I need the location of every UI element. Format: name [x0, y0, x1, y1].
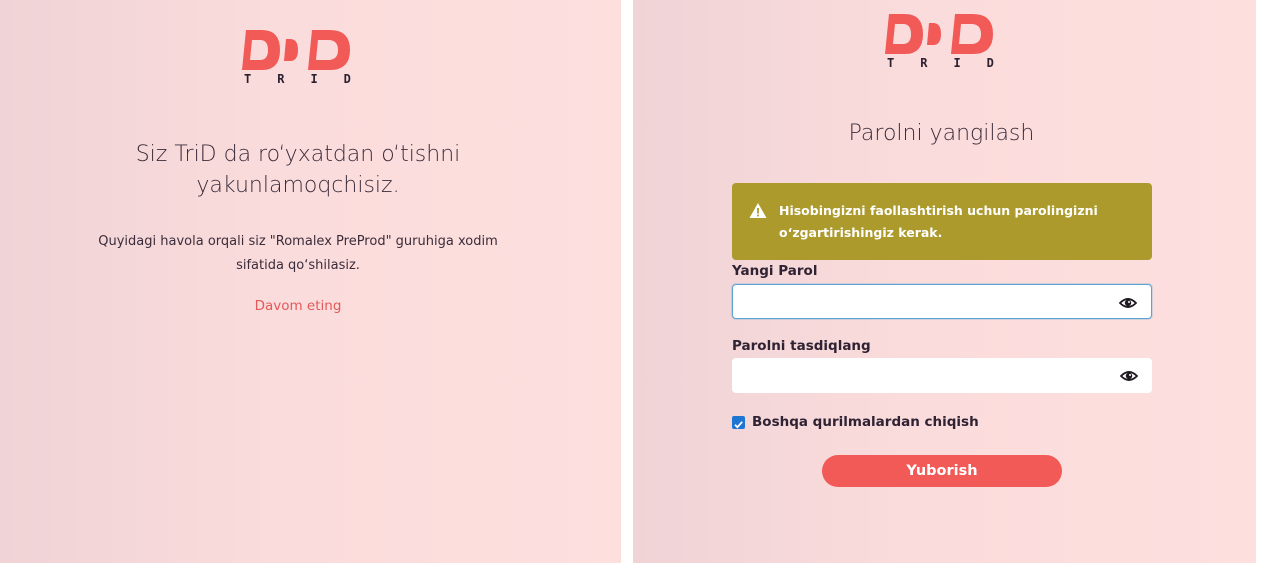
- new-password-input[interactable]: [741, 289, 1105, 316]
- logo-mark-icon: [885, 14, 993, 54]
- trid-logo: TRID: [881, 12, 1001, 76]
- confirm-password-label: Parolni tasdiqlang: [732, 338, 871, 354]
- confirm-password-field[interactable]: [732, 358, 1152, 393]
- logo-mark-icon: [242, 30, 350, 70]
- eye-icon[interactable]: [1119, 368, 1139, 382]
- logo-text: TRID: [244, 72, 377, 86]
- new-password-label: Yangi Parol: [732, 263, 818, 279]
- logout-other-devices-checkbox[interactable]: [732, 416, 745, 429]
- alert-message: Hisobingizni faollashtirish uchun paroli…: [779, 203, 1098, 240]
- checkmark-icon: [734, 421, 743, 429]
- warning-alert: Hisobingizni faollashtirish uchun paroli…: [732, 183, 1152, 260]
- logo-text: TRID: [887, 56, 1020, 70]
- page-title: Parolni yangilash: [848, 121, 1035, 146]
- warning-icon: [749, 202, 767, 223]
- invite-description: Quyidagi havola orqali siz "Romalex PreP…: [98, 234, 498, 273]
- new-password-field[interactable]: [732, 284, 1152, 319]
- invite-panel: TRID Siz TriD da ro‘yxatdan o‘tishni yak…: [0, 0, 621, 563]
- eye-icon[interactable]: [1118, 295, 1138, 309]
- trid-logo: TRID: [238, 28, 358, 92]
- confirm-password-input[interactable]: [740, 362, 1104, 389]
- submit-button[interactable]: Yuborish: [822, 455, 1062, 487]
- logout-other-devices-label[interactable]: Boshqa qurilmalardan chiqish: [752, 414, 979, 430]
- password-reset-panel: TRID Parolni yangilash Hisobingizni faol…: [633, 0, 1256, 563]
- continue-link[interactable]: Davom eting: [198, 298, 398, 314]
- invite-title: Siz TriD da ro‘yxatdan o‘tishni yakunlam…: [135, 142, 461, 198]
